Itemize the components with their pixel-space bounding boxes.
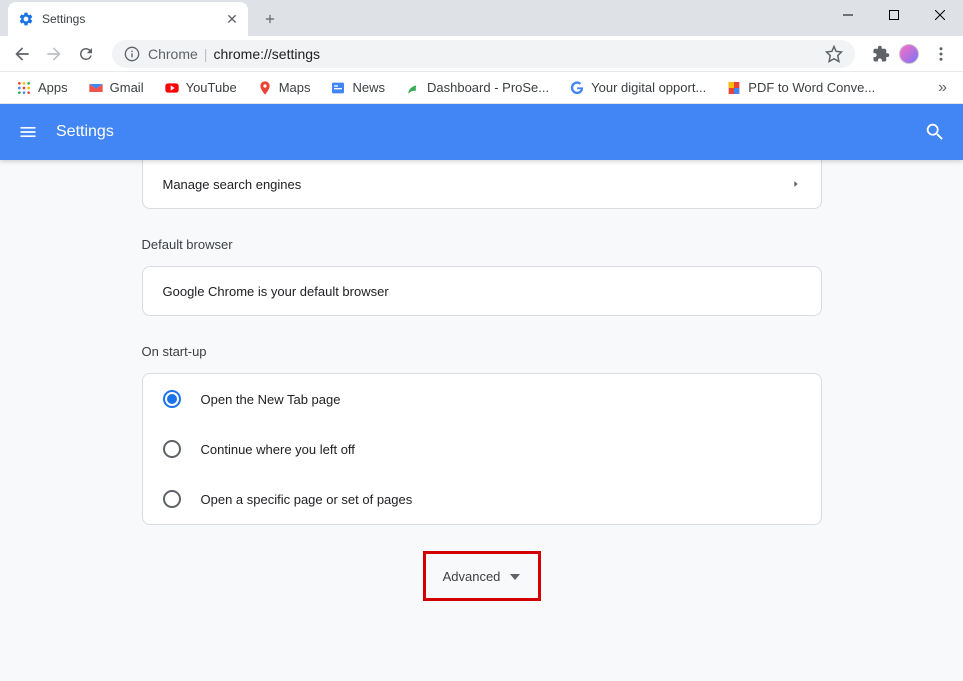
bookmark-maps[interactable]: Maps [249, 76, 319, 100]
bookmark-label: Maps [279, 80, 311, 95]
forward-button[interactable] [40, 40, 68, 68]
radio-label: Open the New Tab page [201, 392, 341, 407]
browser-tab[interactable]: Settings ✕ [8, 2, 248, 36]
bookmarks-overflow-button[interactable]: » [930, 75, 955, 101]
site-info-icon[interactable] [124, 46, 140, 62]
section-default-browser: Default browser [142, 237, 822, 252]
bookmark-news[interactable]: News [322, 76, 393, 100]
settings-header: Settings [0, 104, 963, 160]
settings-content[interactable]: Manage search engines Default browser Go… [0, 160, 963, 681]
startup-option-newtab[interactable]: Open the New Tab page [143, 374, 821, 424]
url-text: Chrome | chrome://settings [148, 46, 320, 62]
address-bar[interactable]: Chrome | chrome://settings [112, 40, 855, 68]
new-tab-button[interactable] [256, 5, 284, 33]
radio-button[interactable] [163, 390, 181, 408]
bookmark-label: News [352, 80, 385, 95]
default-browser-status: Google Chrome is your default browser [143, 267, 821, 315]
bookmark-youtube[interactable]: YouTube [156, 76, 245, 100]
search-button[interactable] [923, 120, 947, 144]
leaf-icon [405, 80, 421, 96]
gmail-icon [88, 80, 104, 96]
bookmark-label: Dashboard - ProSe... [427, 80, 549, 95]
manage-search-engines-row[interactable]: Manage search engines [143, 160, 821, 208]
news-icon [330, 80, 346, 96]
bookmark-label: YouTube [186, 80, 237, 95]
radio-button[interactable] [163, 440, 181, 458]
menu-button[interactable] [16, 120, 40, 144]
bookmark-dashboard[interactable]: Dashboard - ProSe... [397, 76, 557, 100]
back-button[interactable] [8, 40, 36, 68]
caret-down-icon [510, 574, 520, 580]
radio-button[interactable] [163, 490, 181, 508]
tab-close-button[interactable]: ✕ [224, 11, 240, 27]
bookmark-apps[interactable]: Apps [8, 76, 76, 100]
youtube-icon [164, 80, 180, 96]
window-titlebar: Settings ✕ [0, 0, 963, 36]
browser-toolbar: Chrome | chrome://settings [0, 36, 963, 72]
row-label: Google Chrome is your default browser [163, 284, 389, 299]
reload-button[interactable] [72, 40, 100, 68]
close-window-button[interactable] [917, 0, 963, 30]
startup-option-specific[interactable]: Open a specific page or set of pages [143, 474, 821, 524]
bookmark-star-button[interactable] [825, 45, 843, 63]
bookmark-label: Your digital opport... [591, 80, 706, 95]
bookmark-label: Apps [38, 80, 68, 95]
bookmark-label: Gmail [110, 80, 144, 95]
bookmark-digital[interactable]: Your digital opport... [561, 76, 714, 100]
minimize-button[interactable] [825, 0, 871, 30]
window-controls [825, 0, 963, 30]
apps-icon [16, 80, 32, 96]
startup-option-continue[interactable]: Continue where you left off [143, 424, 821, 474]
radio-label: Continue where you left off [201, 442, 355, 457]
profile-avatar[interactable] [899, 44, 919, 64]
browser-menu-button[interactable] [927, 45, 955, 63]
bookmark-gmail[interactable]: Gmail [80, 76, 152, 100]
tab-title: Settings [42, 12, 216, 26]
advanced-label: Advanced [443, 569, 501, 584]
bookmark-pdf[interactable]: PDF to Word Conve... [718, 76, 883, 100]
row-label: Manage search engines [163, 177, 302, 192]
bookmark-label: PDF to Word Conve... [748, 80, 875, 95]
extensions-button[interactable] [871, 44, 891, 64]
maps-icon [257, 80, 273, 96]
section-on-startup: On start-up [142, 344, 822, 359]
bookmarks-bar: Apps Gmail YouTube Maps News Dashboard -… [0, 72, 963, 104]
page-title: Settings [56, 123, 923, 141]
maximize-button[interactable] [871, 0, 917, 30]
pdf-icon [726, 80, 742, 96]
google-icon [569, 80, 585, 96]
advanced-toggle-button[interactable]: Advanced [417, 559, 547, 594]
chevron-right-icon [791, 177, 801, 191]
radio-label: Open a specific page or set of pages [201, 492, 413, 507]
gear-icon [18, 11, 34, 27]
